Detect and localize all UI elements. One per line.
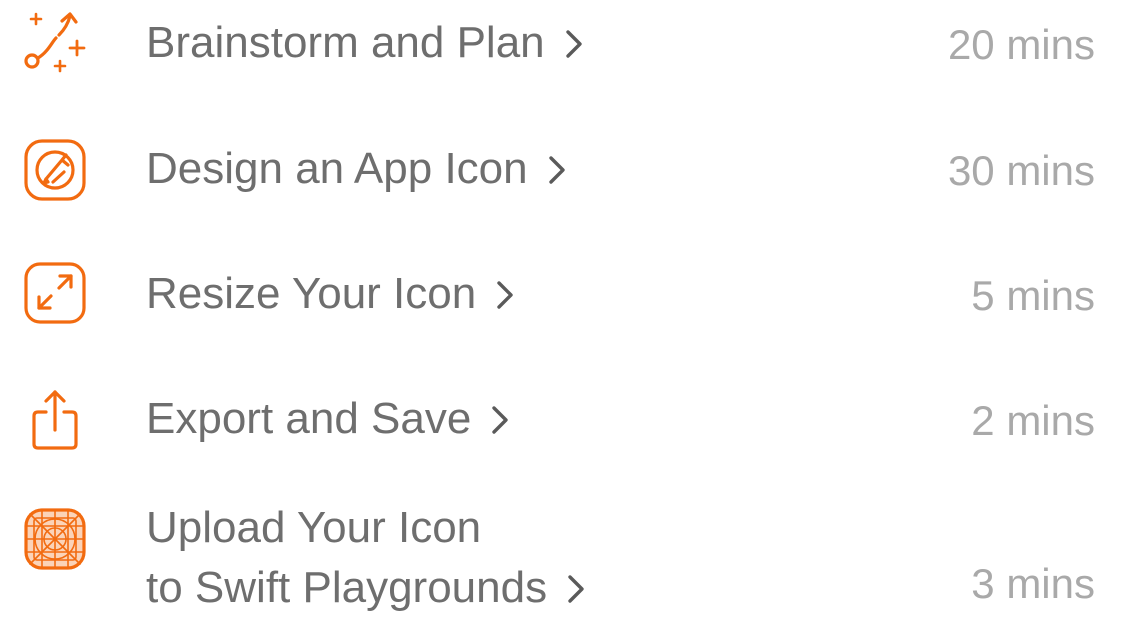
step-duration: 20 mins [947, 21, 1095, 68]
step-row-design[interactable]: Design an App Icon 30 mins [0, 120, 1127, 230]
chevron-right-icon [567, 557, 585, 619]
step-row-brainstorm[interactable]: Brainstorm and Plan 20 mins [0, 0, 1127, 110]
chevron-right-icon [548, 138, 566, 200]
share-export-icon [22, 386, 88, 452]
step-title: Design an App Icon [146, 138, 566, 200]
step-title: Brainstorm and Plan [146, 12, 583, 74]
step-title-text: Export and Save [146, 394, 472, 443]
chevron-right-icon [496, 263, 514, 325]
step-duration: 3 mins [971, 560, 1095, 607]
step-title-text: Brainstorm and Plan [146, 18, 545, 67]
step-row-resize[interactable]: Resize Your Icon 5 mins [0, 245, 1127, 355]
step-title-text: Design an App Icon [146, 144, 528, 193]
chevron-right-icon [565, 12, 583, 74]
step-title-text: Resize Your Icon [146, 269, 477, 318]
step-duration: 5 mins [971, 272, 1095, 319]
step-title: Resize Your Icon [146, 263, 514, 325]
step-row-export[interactable]: Export and Save 2 mins [0, 370, 1127, 480]
step-duration: 30 mins [947, 147, 1095, 194]
icon-grid-template-icon [22, 507, 88, 573]
lesson-steps-list: Brainstorm and Plan 20 mins Design an Ap… [0, 0, 1127, 612]
step-title-text-line2: to Swift Playgrounds [146, 563, 548, 612]
design-pencil-icon [22, 138, 88, 204]
step-title-text-line1: Upload Your Icon [146, 503, 482, 552]
step-title: Export and Save [146, 388, 509, 450]
sparkle-path-icon [22, 8, 88, 74]
step-duration: 2 mins [971, 397, 1095, 444]
step-title: Upload Your Icon to Swift Playgrounds [146, 497, 585, 619]
resize-arrows-icon [22, 261, 88, 327]
chevron-right-icon [491, 388, 509, 450]
step-row-upload[interactable]: Upload Your Icon to Swift Playgrounds 3 … [0, 495, 1127, 612]
